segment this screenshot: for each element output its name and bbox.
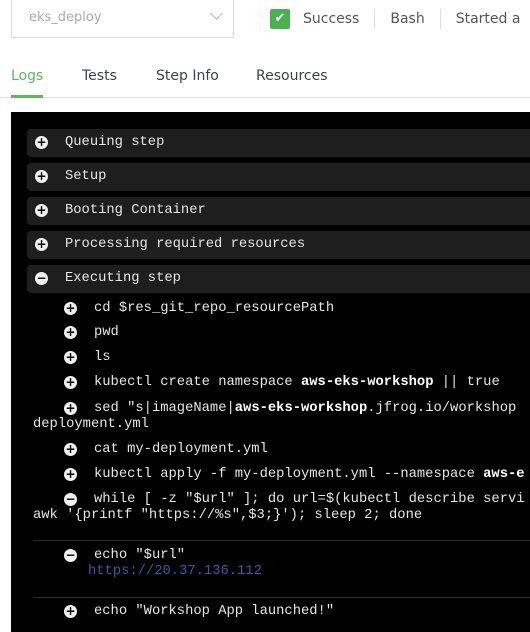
tab-bar: Logs Tests Step Info Resources [0, 68, 530, 98]
tab-resources[interactable]: Resources [256, 68, 328, 98]
expand-icon[interactable]: + [64, 326, 77, 339]
command-part: sed "s|imageName| [94, 401, 235, 416]
command-part: || true [433, 375, 500, 390]
expand-icon[interactable]: + [35, 170, 48, 183]
expand-icon[interactable]: + [35, 238, 48, 251]
expand-icon[interactable]: + [64, 302, 77, 315]
collapse-icon[interactable]: − [64, 493, 77, 506]
command-bold: aws-e [483, 467, 525, 482]
command-continuation: deployment.yml [33, 417, 149, 432]
expand-icon[interactable]: + [64, 605, 77, 618]
tab-tests[interactable]: Tests [82, 68, 117, 98]
expand-icon[interactable]: + [64, 376, 77, 389]
log-section-booting[interactable]: + Booting Container [27, 197, 530, 225]
log-command[interactable]: + ls [33, 350, 111, 366]
log-command[interactable]: + pwd [33, 325, 119, 341]
log-section-processing[interactable]: + Processing required resources [27, 231, 530, 259]
status-bar: ✔ Success Bash Started a [270, 9, 520, 29]
divider [439, 9, 441, 29]
log-command[interactable]: + echo "Workshop App launched!" [33, 604, 334, 620]
chevron-down-icon [210, 7, 223, 20]
log-command[interactable]: + kubectl apply -f my-deployment.yml --na… [33, 467, 525, 483]
tab-step-info[interactable]: Step Info [156, 68, 219, 98]
log-section-queuing[interactable]: + Queuing step [27, 129, 530, 157]
step-type: Bash [390, 11, 425, 27]
command-bold: aws-eks-workshop [301, 375, 434, 390]
command-text: sed "s|imageName|aws-eks-workshop.jfrog.… [33, 401, 516, 417]
command-output-link[interactable]: https://20.37.136.112 [33, 564, 262, 580]
started-at: Started a [455, 11, 521, 27]
divider [374, 9, 376, 29]
expand-icon[interactable]: + [64, 351, 77, 364]
command-continuation: awk '{printf "https://%s",$3;}'); sleep … [33, 508, 423, 523]
step-select[interactable]: eks_deploy [11, 0, 234, 38]
collapse-icon[interactable]: − [64, 549, 77, 562]
divider [33, 540, 530, 541]
section-label: Queuing step [65, 135, 165, 150]
expand-icon[interactable]: + [64, 468, 77, 481]
section-label: Booting Container [65, 203, 206, 218]
log-command[interactable]: + sed "s|imageName|aws-eks-workshop.jfrog… [33, 401, 516, 433]
collapse-icon[interactable]: − [35, 272, 48, 285]
command-text: while [ -z "$url" ]; do url=$(kubectl de… [94, 492, 525, 507]
expand-icon[interactable]: + [64, 443, 77, 456]
expand-icon[interactable]: + [35, 204, 48, 217]
success-check-icon: ✔ [270, 9, 290, 29]
tab-logs[interactable]: Logs [11, 68, 44, 98]
log-command[interactable]: + kubectl create namespace aws-eks-worksh… [33, 375, 500, 391]
expand-icon[interactable]: + [35, 136, 48, 149]
command-part: .jfrog.io/workshop [367, 401, 517, 416]
log-command[interactable]: − echo "$url" https://20.37.136.112 [33, 548, 262, 580]
log-section-setup[interactable]: + Setup [27, 163, 530, 191]
log-command[interactable]: + cat my-deployment.yml [33, 442, 268, 458]
command-text: kubectl create namespace aws-eks-worksho… [33, 375, 500, 391]
log-console: + Queuing step + Setup + Booting Container … [11, 112, 530, 632]
divider [33, 597, 530, 598]
log-command[interactable]: − while [ -z "$url" ]; do url=$(kubectl d… [33, 492, 525, 524]
step-select-value: eks_deploy [29, 10, 102, 25]
log-command[interactable]: + cd $res_git_repo_resourcePath [33, 301, 334, 317]
section-label: Executing step [65, 271, 181, 286]
status-text: Success [303, 11, 360, 27]
log-section-executing[interactable]: − Executing step [27, 265, 530, 293]
command-text: kubectl apply -f my-deployment.yml --nam… [33, 467, 525, 483]
section-label: Processing required resources [65, 237, 306, 252]
command-bold: aws-eks-workshop [234, 401, 368, 416]
command-part: kubectl apply -f my-deployment.yml --nam… [94, 467, 484, 482]
expand-icon[interactable]: + [64, 402, 77, 415]
command-part: kubectl create namespace [94, 375, 301, 390]
command-text: echo "Workshop App launched!" [94, 604, 335, 619]
command-text: cd $res_git_repo_resourcePath [94, 301, 335, 316]
section-label: Setup [65, 169, 107, 184]
